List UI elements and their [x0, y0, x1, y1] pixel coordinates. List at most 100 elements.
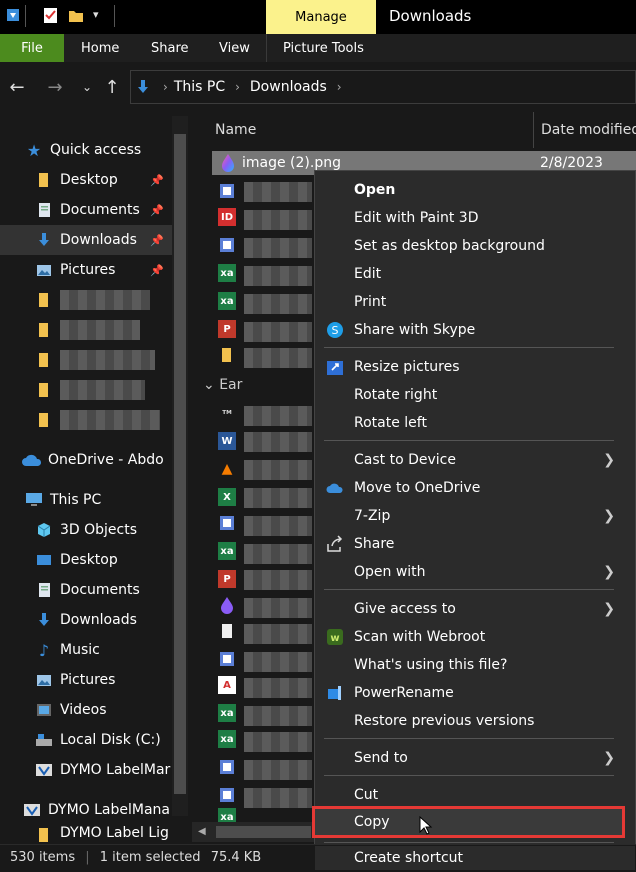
cube-icon [34, 520, 54, 540]
sidebar-item-pictures[interactable]: Pictures 📌 [0, 255, 172, 285]
breadcrumb-downloads[interactable]: Downloads [250, 79, 327, 95]
sidebar-item-pictures[interactable]: Pictures [0, 665, 172, 695]
menu-item-cast-to-device[interactable]: Cast to Device ❯ [315, 446, 635, 474]
menu-separator [324, 589, 614, 590]
tab-view[interactable]: View [219, 34, 250, 62]
explorer-quick-icon[interactable] [6, 7, 20, 23]
manage-tab[interactable]: Manage [266, 0, 376, 34]
breadcrumb-this-pc[interactable]: This PC [174, 79, 225, 95]
status-selected-count: 1 item selected [99, 850, 201, 865]
videos-icon [34, 700, 54, 720]
menu-item-copy[interactable]: Copy [315, 808, 635, 836]
menu-item-label: Rotate left [354, 415, 427, 431]
sidebar-item-downloads[interactable]: Downloads 📌 [0, 225, 172, 255]
menu-item-rotate-right[interactable]: Rotate right [315, 381, 635, 409]
installer-icon [218, 182, 236, 200]
chevron-right-icon[interactable]: › [337, 80, 342, 94]
sidebar-item-dymo-drive[interactable]: DYMO LabelMar [0, 755, 172, 785]
sidebar-item-label: Local Disk (C:) [60, 732, 161, 748]
pin-icon[interactable]: 📌 [150, 174, 164, 187]
menu-item-cut[interactable]: Cut [315, 781, 635, 809]
sidebar-item-downloads[interactable]: Downloads [0, 605, 172, 635]
menu-item-resize-pictures[interactable]: Resize pictures [315, 353, 635, 381]
chevron-right-icon[interactable]: › [235, 80, 240, 94]
onedrive-icon [325, 478, 345, 498]
menu-item-edit[interactable]: Edit [315, 260, 635, 288]
submenu-arrow-icon: ❯ [603, 601, 615, 617]
properties-icon[interactable] [43, 6, 59, 24]
menu-separator [324, 440, 614, 441]
sidebar-item-hidden-folder[interactable] [0, 315, 172, 345]
column-divider[interactable] [533, 112, 534, 148]
selected-file-name: image (2).png [242, 155, 341, 171]
menu-item-print[interactable]: Print [315, 288, 635, 316]
sidebar-item-hidden-folder[interactable] [0, 375, 172, 405]
redacted-label [60, 290, 150, 310]
tab-home[interactable]: Home [81, 34, 119, 62]
menu-item-edit-paint3d[interactable]: Edit with Paint 3D [315, 204, 635, 232]
tab-file[interactable]: File [0, 34, 64, 62]
paint-drop-icon [219, 153, 237, 173]
pin-icon[interactable]: 📌 [150, 264, 164, 277]
menu-item-share-skype[interactable]: S Share with Skype [315, 316, 635, 344]
tab-share[interactable]: Share [151, 34, 189, 62]
forward-arrow-icon[interactable]: → [44, 76, 66, 98]
tab-picture-tools[interactable]: Picture Tools [283, 34, 364, 62]
date-group-header[interactable]: ⌄ Ear [203, 377, 242, 393]
sidebar-item-music[interactable]: ♪ Music [0, 635, 172, 665]
sidebar-item-documents[interactable]: Documents [0, 575, 172, 605]
sidebar-item-this-pc[interactable]: This PC [0, 485, 172, 515]
sidebar-item-hidden-folder[interactable] [0, 345, 172, 375]
excel-icon: xa [218, 704, 236, 722]
menu-item-label: Share with Skype [354, 322, 476, 338]
menu-item-label: Restore previous versions [354, 713, 535, 729]
address-bar[interactable]: › This PC › Downloads › [130, 70, 636, 104]
sidebar-item-documents[interactable]: Documents 📌 [0, 195, 172, 225]
sidebar-item-videos[interactable]: Videos [0, 695, 172, 725]
sidebar-scrollbar-thumb[interactable] [174, 134, 186, 794]
menu-item-open[interactable]: Open [315, 176, 635, 204]
menu-item-share[interactable]: Share [315, 530, 635, 558]
back-arrow-icon[interactable]: ← [6, 76, 28, 98]
horizontal-scrollbar-thumb[interactable] [216, 826, 311, 838]
sidebar-item-3d-objects[interactable]: 3D Objects [0, 515, 172, 545]
sidebar-item-desktop[interactable]: Desktop [0, 545, 172, 575]
pin-icon[interactable]: 📌 [150, 234, 164, 247]
sidebar-item-local-disk[interactable]: Local Disk (C:) [0, 725, 172, 755]
menu-item-give-access[interactable]: Give access to ❯ [315, 595, 635, 623]
menu-item-powerrename[interactable]: PowerRename [315, 679, 635, 707]
sidebar-item-hidden-folder[interactable] [0, 405, 172, 435]
up-arrow-icon[interactable]: ↑ [101, 76, 123, 98]
new-folder-icon[interactable] [68, 6, 84, 24]
menu-item-move-to-onedrive[interactable]: Move to OneDrive [315, 474, 635, 502]
sidebar-item-hidden-folder[interactable] [0, 285, 172, 315]
menu-item-set-background[interactable]: Set as desktop background [315, 232, 635, 260]
pin-icon[interactable]: 📌 [150, 204, 164, 217]
qat-dropdown-icon[interactable]: ▾ [93, 8, 99, 21]
menu-item-open-with[interactable]: Open with ❯ [315, 558, 635, 586]
scroll-left-icon[interactable]: ◀ [198, 826, 206, 837]
menu-item-7zip[interactable]: 7-Zip ❯ [315, 502, 635, 530]
menu-item-scan-webroot[interactable]: w Scan with Webroot [315, 623, 635, 651]
sidebar-item-dymo[interactable]: DYMO LabelMana [0, 795, 172, 825]
sidebar-item-desktop[interactable]: Desktop 📌 [0, 165, 172, 195]
menu-item-restore-versions[interactable]: Restore previous versions [315, 707, 635, 735]
sidebar-item-dymo-sub[interactable]: DYMO Label Lig [0, 825, 172, 844]
sidebar-item-quick-access[interactable]: ★ Quick access [0, 135, 172, 165]
menu-item-send-to[interactable]: Send to ❯ [315, 744, 635, 772]
redacted-filename [244, 516, 312, 536]
date-group-label: Ear [219, 377, 243, 393]
recent-locations-icon[interactable]: ⌄ [76, 76, 98, 98]
desktop-icon [34, 550, 54, 570]
resize-icon [325, 357, 345, 377]
menu-item-rotate-left[interactable]: Rotate left [315, 409, 635, 437]
music-icon: ♪ [38, 640, 50, 660]
menu-item-whats-using[interactable]: What's using this file? [315, 651, 635, 679]
column-date-modified[interactable]: Date modified [541, 122, 636, 138]
sidebar-item-label: OneDrive - Abdo [48, 452, 164, 468]
menu-item-create-shortcut[interactable]: Create shortcut [315, 846, 635, 870]
chevron-right-icon[interactable]: › [163, 80, 168, 94]
submenu-arrow-icon: ❯ [603, 750, 615, 766]
column-name[interactable]: Name [215, 122, 256, 138]
sidebar-item-onedrive[interactable]: OneDrive - Abdo [0, 445, 172, 475]
